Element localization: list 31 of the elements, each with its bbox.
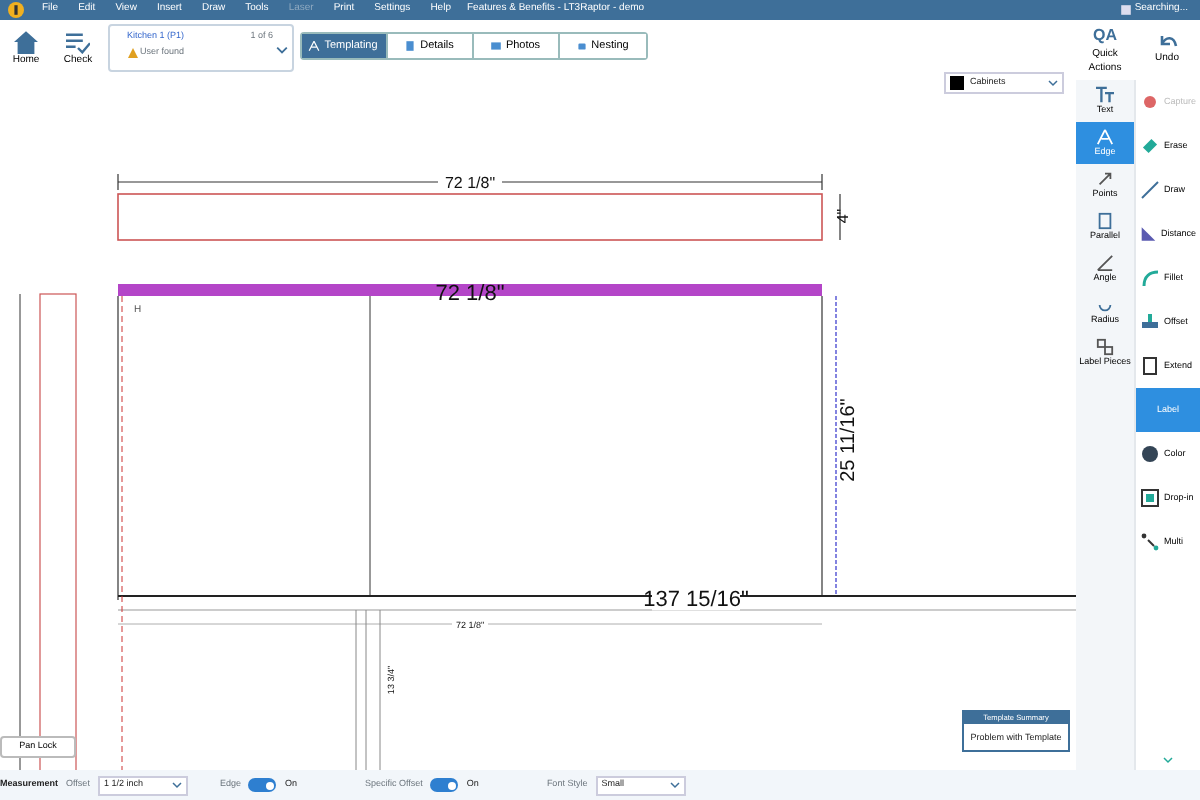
offset-icon — [1140, 312, 1160, 332]
extend-icon — [1140, 356, 1160, 376]
status-icon — [1119, 4, 1132, 16]
chevron-down-icon — [669, 780, 680, 790]
home-icon — [14, 30, 38, 55]
warning-icon — [127, 48, 137, 59]
swatch-icon — [950, 76, 964, 90]
line-icon — [1140, 180, 1160, 200]
parallel-icon — [1096, 211, 1114, 230]
chevron-down-icon — [275, 44, 287, 56]
template-piece[interactable] — [117, 193, 823, 241]
multi-select-icon — [1140, 532, 1160, 552]
label-pieces-icon — [1096, 337, 1114, 356]
chevron-down-icon — [171, 780, 182, 790]
toggle-switch[interactable] — [248, 778, 277, 792]
curve-icon — [1140, 268, 1160, 288]
triangle-ruler-icon — [1140, 224, 1157, 244]
drop-in-icon — [1140, 488, 1160, 508]
logo-icon — [8, 2, 24, 18]
chevron-down-icon — [1048, 78, 1058, 88]
dimension-label: 25 11/16" — [838, 398, 860, 482]
checklist-icon — [66, 30, 90, 55]
angle-icon — [1096, 253, 1114, 272]
dimension-label: 72 1/8" — [444, 174, 496, 192]
toggle-switch[interactable] — [430, 778, 459, 792]
dimension-label: 137 15/16" — [643, 588, 749, 612]
text-icon — [1096, 85, 1114, 104]
chevron-down-icon — [1160, 756, 1176, 766]
template-piece[interactable] — [39, 293, 77, 770]
dimension-label: 4" — [834, 208, 852, 224]
points-icon — [1096, 169, 1114, 188]
